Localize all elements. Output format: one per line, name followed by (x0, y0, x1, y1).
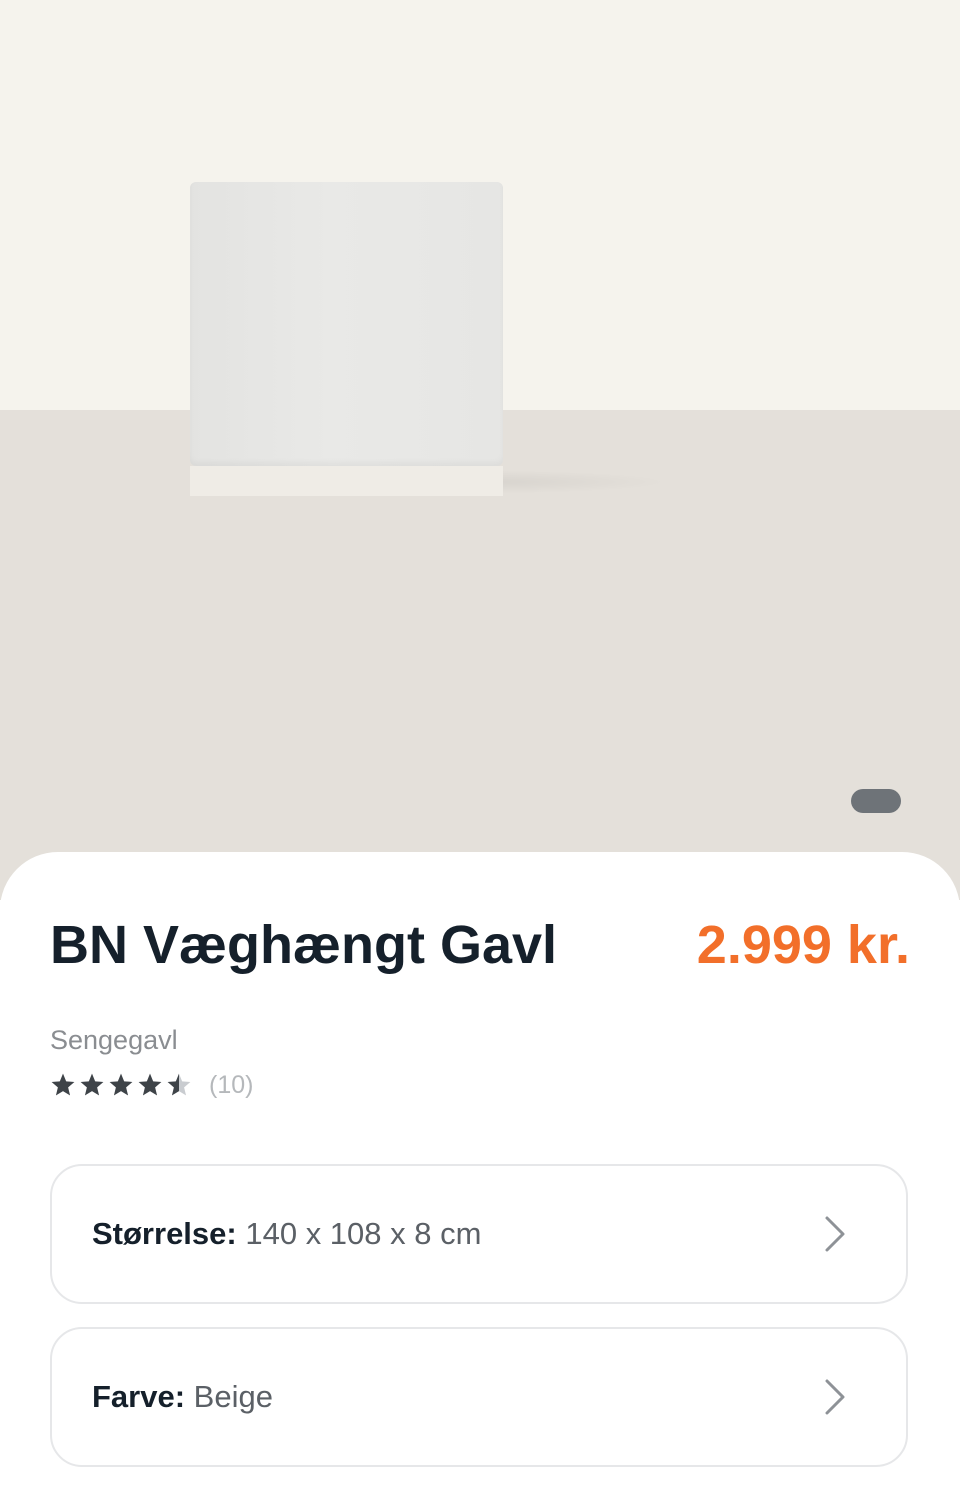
product-category: Sengegavl (50, 1025, 178, 1055)
chevron-right-icon (825, 1379, 845, 1415)
star-icon (80, 1073, 104, 1096)
color-value: Beige (193, 1379, 273, 1414)
size-value: 140 x 108 x 8 cm (245, 1216, 482, 1251)
size-selector-text: Størrelse: 140 x 108 x 8 cm (92, 1214, 822, 1254)
color-selector[interactable]: Farve: Beige (50, 1327, 908, 1467)
chevron-right-icon (825, 1216, 845, 1252)
star-icon (51, 1073, 75, 1096)
color-label: Farve: (92, 1379, 186, 1414)
color-selector-text: Farve: Beige (92, 1377, 822, 1417)
carousel-indicator-active[interactable] (851, 789, 901, 813)
star-icon (167, 1073, 191, 1096)
headboard-base (190, 466, 503, 496)
rating-stars (50, 1072, 195, 1098)
product-price: 2.999 kr. (696, 915, 910, 975)
star-icon (138, 1073, 162, 1096)
star-icon (109, 1073, 133, 1096)
product-rating[interactable]: (10) (50, 1068, 253, 1102)
rating-count: (10) (209, 1071, 254, 1099)
size-selector[interactable]: Størrelse: 140 x 108 x 8 cm (50, 1164, 908, 1304)
product-title: BN Væghængt Gavl (50, 915, 558, 975)
product-image-gallery[interactable] (0, 0, 960, 900)
size-label: Størrelse: (92, 1216, 237, 1251)
product-image-headboard (190, 182, 503, 466)
